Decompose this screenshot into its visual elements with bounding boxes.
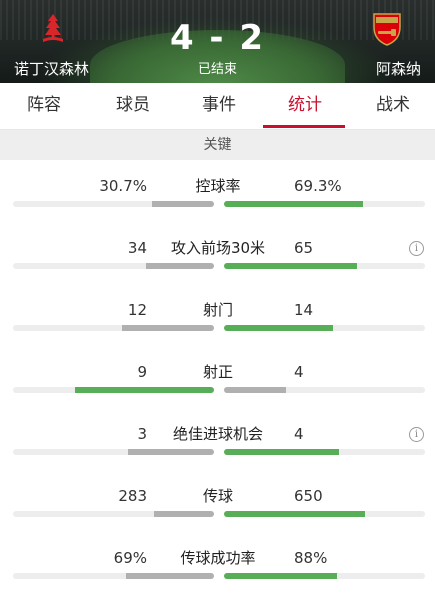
tab-statistics[interactable]: 统计 (265, 83, 345, 129)
stat-row-passes: 283 传球 650 (0, 482, 435, 544)
stat-row-possession: 30.7% 控球率 69.3% (0, 172, 435, 234)
stat-label: 传球 (202, 487, 233, 505)
home-stat-bar-fill (154, 511, 214, 517)
arsenal-crest-icon[interactable] (369, 11, 405, 47)
home-stat-bar-fill (128, 449, 214, 455)
stat-row-shots: 12 射门 14 (0, 296, 435, 358)
stat-row-pass-accuracy: 69% 传球成功率 88% (0, 544, 435, 606)
away-stat-value: 69.3% (294, 177, 342, 195)
stat-label: 传球成功率 (180, 549, 256, 567)
home-stat-bar (13, 573, 214, 579)
active-tab-indicator (263, 125, 345, 128)
section-header-key: 关键 (0, 130, 435, 160)
stat-label: 绝佳进球机会 (172, 425, 263, 443)
home-stat-bar-fill (126, 573, 214, 579)
away-stat-value: 4 (294, 363, 304, 381)
away-stat-bar-fill (224, 573, 337, 579)
away-stat-bar (224, 511, 425, 517)
away-stat-bar-fill (224, 201, 363, 207)
home-stat-bar (13, 511, 214, 517)
away-stat-bar-fill (224, 387, 286, 393)
home-stat-bar (13, 201, 214, 207)
stat-label: 射正 (202, 363, 233, 381)
home-stat-bar-fill (146, 263, 214, 269)
away-team-name[interactable]: 阿森纳 (376, 60, 421, 78)
away-stat-bar (224, 573, 425, 579)
tab-events[interactable]: 事件 (179, 83, 259, 129)
info-icon[interactable]: i (409, 241, 424, 256)
home-stat-bar (13, 449, 214, 455)
home-stat-bar-fill (122, 325, 214, 331)
home-stat-bar (13, 325, 214, 331)
stat-label: 射门 (202, 301, 233, 319)
match-status: 已结束 (197, 62, 237, 77)
tab-lineup[interactable]: 阵容 (4, 83, 84, 129)
away-stat-value: 650 (294, 487, 323, 505)
match-header: 诺丁汉森林 4 - 2 已结束 阿森纳 (0, 0, 435, 83)
away-stat-bar-fill (224, 449, 339, 455)
away-stat-bar (224, 263, 425, 269)
away-stat-value: 88% (294, 549, 328, 567)
home-stat-bar-fill (152, 201, 214, 207)
away-stat-value: 14 (294, 301, 314, 319)
away-stat-bar (224, 201, 425, 207)
away-stat-bar (224, 325, 425, 331)
stat-row-shots-on-target: 9 射正 4 (0, 358, 435, 420)
away-stat-value: 65 (294, 239, 314, 257)
stat-row-big-chances: 3 绝佳进球机会 4 i (0, 420, 435, 482)
home-stat-bar-fill (75, 387, 214, 393)
tab-tactics[interactable]: 战术 (353, 83, 433, 129)
away-stat-value: 4 (294, 425, 304, 443)
home-stat-bar (13, 387, 214, 393)
home-stat-bar (13, 263, 214, 269)
match-tabs: 阵容 球员 事件 统计 战术 (0, 83, 435, 130)
stat-label: 控球率 (195, 177, 241, 195)
tab-players[interactable]: 球员 (93, 83, 173, 129)
away-stat-bar-fill (224, 263, 357, 269)
stat-row-final-third-entries: 34 攻入前场30米 65 i (0, 234, 435, 296)
away-stat-bar-fill (224, 325, 333, 331)
info-icon[interactable]: i (409, 427, 424, 442)
stat-label: 攻入前场30米 (170, 239, 266, 257)
away-stat-bar (224, 387, 425, 393)
away-stat-bar-fill (224, 511, 365, 517)
away-stat-bar (224, 449, 425, 455)
